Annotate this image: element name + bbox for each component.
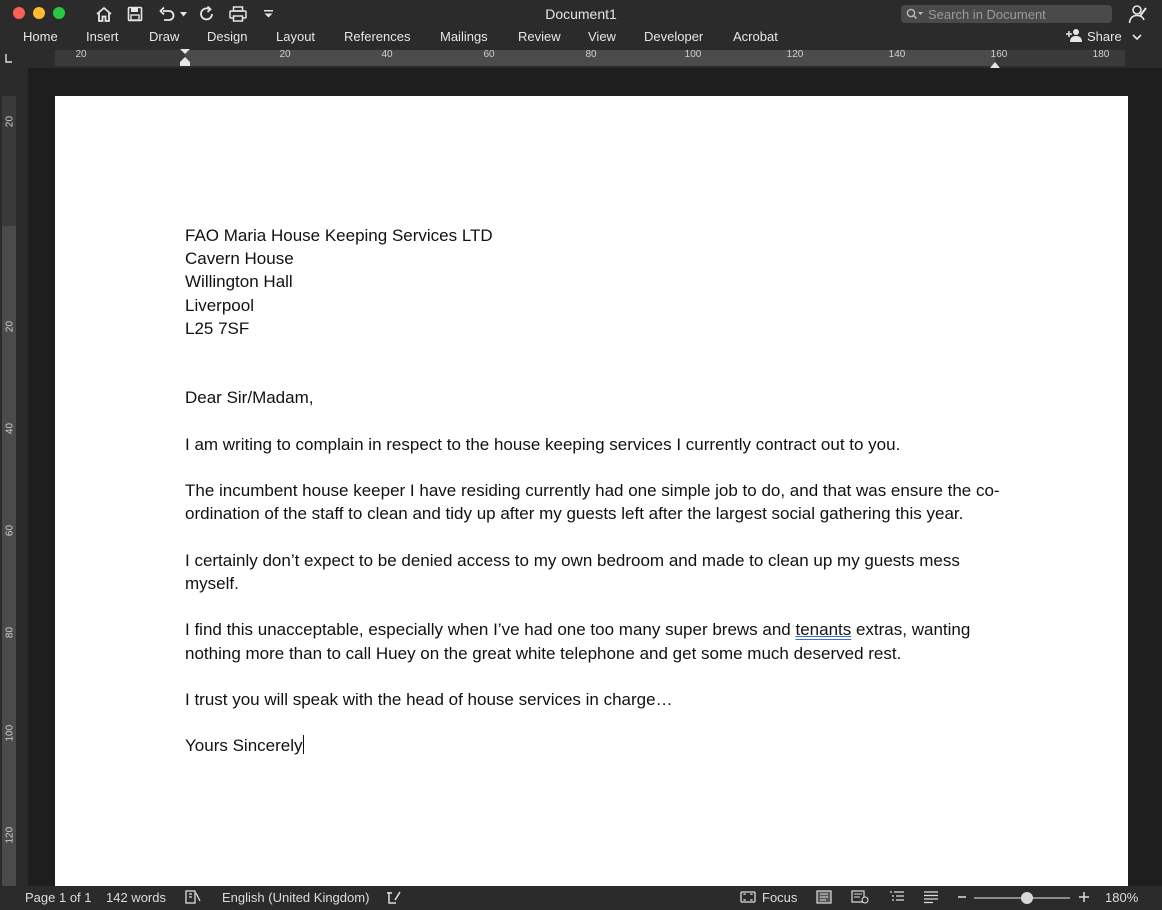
undo-dropdown-icon[interactable] bbox=[179, 4, 187, 24]
zoom-slider-knob[interactable] bbox=[1020, 892, 1033, 904]
outline-icon[interactable] bbox=[889, 890, 905, 907]
address-line: Cavern House bbox=[185, 249, 294, 269]
print-icon[interactable] bbox=[228, 4, 248, 24]
customize-toolbar-icon[interactable] bbox=[262, 4, 274, 24]
tab-review[interactable]: Review bbox=[518, 29, 561, 44]
address-line: L25 7SF bbox=[185, 318, 250, 338]
proofing-icon[interactable] bbox=[185, 890, 201, 907]
address-line: Liverpool bbox=[185, 295, 254, 315]
tab-home[interactable]: Home bbox=[23, 29, 58, 44]
ruler-label: 20 bbox=[4, 320, 16, 333]
print-layout-icon[interactable] bbox=[816, 890, 832, 907]
minimize-window-button[interactable] bbox=[33, 7, 45, 19]
status-bar: Page 1 of 1 142 words English (United Ki… bbox=[0, 886, 1162, 910]
share-label: Share bbox=[1087, 29, 1122, 44]
ruler-label: 40 bbox=[381, 49, 393, 60]
paragraph: The incumbent house keeper I have residi… bbox=[185, 481, 1000, 524]
ruler-label: 20 bbox=[75, 49, 87, 60]
maximize-window-button[interactable] bbox=[53, 7, 65, 19]
add-person-icon bbox=[1066, 28, 1084, 45]
greeting: Dear Sir/Madam, bbox=[185, 388, 314, 408]
ruler-label: 100 bbox=[4, 724, 16, 742]
paragraph: I find this unacceptable, especially whe… bbox=[185, 618, 1005, 664]
ruler-label: 180 bbox=[1092, 49, 1110, 60]
save-icon[interactable] bbox=[125, 4, 145, 24]
document-page[interactable]: FAO Maria House Keeping Services LTD Cav… bbox=[55, 96, 1128, 886]
paragraph: I am writing to complain in respect to t… bbox=[185, 434, 901, 454]
redo-icon[interactable] bbox=[197, 4, 217, 24]
text-cursor bbox=[302, 735, 304, 755]
focus-icon[interactable] bbox=[740, 890, 756, 907]
ruler-label: 20 bbox=[279, 49, 291, 60]
spellcheck-flagged-word[interactable]: tenants bbox=[795, 620, 851, 639]
share-button[interactable]: Share bbox=[1066, 28, 1142, 45]
address-line: FAO Maria House Keeping Services LTD bbox=[185, 226, 493, 245]
search-icon bbox=[906, 7, 924, 21]
closing: Yours Sincerely bbox=[185, 734, 1005, 757]
search-box[interactable] bbox=[901, 5, 1112, 23]
tab-references[interactable]: References bbox=[344, 29, 410, 44]
tab-stop-selector-icon[interactable] bbox=[4, 51, 14, 69]
ruler-label: 20 bbox=[4, 115, 16, 128]
page-count[interactable]: Page 1 of 1 bbox=[25, 890, 92, 905]
ruler-label: 140 bbox=[888, 49, 906, 60]
closing-text: Yours Sincerely bbox=[185, 736, 303, 756]
ruler-label: 100 bbox=[684, 49, 702, 60]
track-changes-icon[interactable] bbox=[386, 890, 402, 908]
home-icon[interactable] bbox=[93, 4, 115, 24]
ruler-label: 60 bbox=[4, 524, 16, 537]
document-body[interactable]: FAO Maria House Keeping Services LTD Cav… bbox=[185, 224, 1005, 758]
tab-view[interactable]: View bbox=[588, 29, 616, 44]
search-input[interactable] bbox=[924, 6, 1108, 22]
ribbon-tabs: Home Insert Draw Design Layout Reference… bbox=[0, 28, 1162, 48]
tab-acrobat[interactable]: Acrobat bbox=[733, 29, 778, 44]
draft-icon[interactable] bbox=[923, 890, 939, 907]
tab-developer[interactable]: Developer bbox=[644, 29, 703, 44]
focus-label[interactable]: Focus bbox=[762, 890, 797, 905]
ruler-label: 120 bbox=[4, 826, 16, 844]
tab-layout[interactable]: Layout bbox=[276, 29, 315, 44]
address-line: Willington Hall bbox=[185, 272, 293, 292]
title-bar: Document1 bbox=[0, 0, 1162, 28]
horizontal-ruler[interactable]: 20 20 40 60 80 100 120 140 160 180 bbox=[55, 49, 1125, 68]
web-layout-icon[interactable] bbox=[851, 890, 869, 907]
zoom-level[interactable]: 180% bbox=[1105, 890, 1138, 905]
ruler-label: 40 bbox=[4, 422, 16, 435]
zoom-out-icon[interactable] bbox=[957, 890, 967, 907]
paragraph: I trust you will speak with the head of … bbox=[185, 689, 673, 709]
word-count[interactable]: 142 words bbox=[106, 890, 166, 905]
account-icon[interactable] bbox=[1128, 4, 1148, 29]
ruler-label: 80 bbox=[4, 626, 16, 639]
close-window-button[interactable] bbox=[13, 7, 25, 19]
paragraph: I certainly don’t expect to be denied ac… bbox=[185, 550, 960, 593]
language[interactable]: English (United Kingdom) bbox=[222, 890, 369, 905]
ruler-label: 120 bbox=[786, 49, 804, 60]
tab-design[interactable]: Design bbox=[207, 29, 247, 44]
tab-mailings[interactable]: Mailings bbox=[440, 29, 488, 44]
chevron-down-icon[interactable] bbox=[1132, 29, 1142, 44]
undo-icon[interactable] bbox=[156, 4, 178, 24]
ruler-label: 60 bbox=[483, 49, 495, 60]
vertical-ruler[interactable]: 20 20 40 60 80 100 120 bbox=[2, 96, 16, 886]
paragraph-text: I find this unacceptable, especially whe… bbox=[185, 620, 796, 640]
tab-draw[interactable]: Draw bbox=[149, 29, 179, 44]
zoom-in-icon[interactable] bbox=[1078, 890, 1090, 907]
tab-insert[interactable]: Insert bbox=[86, 29, 119, 44]
ruler-label: 80 bbox=[585, 49, 597, 60]
